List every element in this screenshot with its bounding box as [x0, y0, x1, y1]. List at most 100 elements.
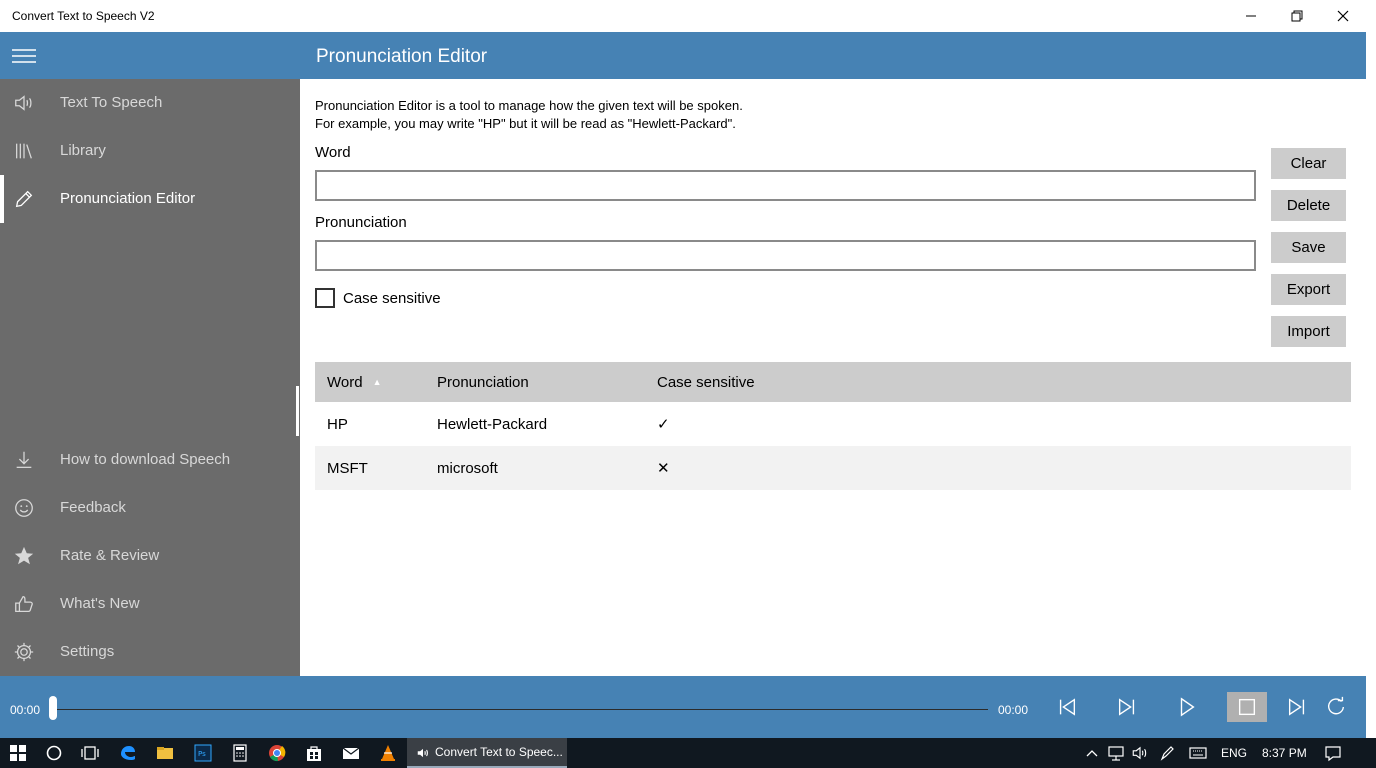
- volume-icon: [1132, 746, 1147, 760]
- repeat-icon: [1328, 696, 1345, 715]
- taskbar: Ps Convert Text to Speec... ENG 8:37 PM: [0, 738, 1376, 768]
- column-header-label: Pronunciation: [437, 373, 529, 391]
- cross-mark-icon: ✕: [657, 460, 670, 477]
- sort-ascending-icon: ▲: [372, 377, 382, 387]
- repeat-button[interactable]: [1316, 692, 1356, 722]
- sidebar-item-rate-review[interactable]: Rate & Review: [0, 532, 300, 580]
- task-view-button[interactable]: [80, 743, 100, 763]
- description: Pronunciation Editor is a tool to manage…: [315, 97, 743, 133]
- chrome-taskbar-button[interactable]: [267, 743, 287, 763]
- sidebar-item-text-to-speech[interactable]: Text To Speech: [0, 79, 300, 127]
- delete-button[interactable]: Delete: [1271, 190, 1346, 221]
- minimize-button[interactable]: [1228, 0, 1274, 32]
- language-indicator[interactable]: ENG: [1221, 746, 1247, 760]
- main-content: Pronunciation Editor is a tool to manage…: [300, 79, 1366, 676]
- keyboard-icon: [1189, 747, 1207, 759]
- table-row[interactable]: MSFT microsoft ✕: [315, 446, 1351, 490]
- volume-tray-button[interactable]: [1130, 743, 1150, 763]
- restore-button[interactable]: [1274, 0, 1320, 32]
- total-time: 00:00: [998, 703, 1029, 717]
- file-explorer-taskbar-button[interactable]: [155, 743, 175, 763]
- column-header-label: Word: [327, 373, 363, 391]
- column-header-pronunciation[interactable]: Pronunciation: [437, 362, 529, 402]
- play-button[interactable]: [1167, 692, 1207, 722]
- mail-icon: [342, 747, 360, 759]
- current-time: 00:00: [10, 703, 41, 717]
- description-line-1: Pronunciation Editor is a tool to manage…: [315, 98, 743, 113]
- skip-next-icon: [1118, 698, 1135, 716]
- vlc-taskbar-button[interactable]: [378, 743, 398, 763]
- sidebar-item-label: Text To Speech: [60, 94, 163, 111]
- pen-tray-button[interactable]: [1158, 743, 1178, 763]
- tray-overflow-button[interactable]: [1082, 743, 1102, 763]
- action-center-button[interactable]: [1323, 743, 1343, 763]
- star-icon: [12, 544, 36, 568]
- download-icon: [12, 448, 36, 472]
- mail-taskbar-button[interactable]: [341, 743, 361, 763]
- table-row[interactable]: HP Hewlett-Packard ✓: [315, 402, 1351, 446]
- start-button[interactable]: [8, 743, 28, 763]
- sidebar-item-library[interactable]: Library: [0, 127, 300, 175]
- player-bar: 00:00 00:00: [0, 676, 1366, 738]
- store-taskbar-button[interactable]: [304, 743, 324, 763]
- windows-logo-icon: [10, 745, 26, 761]
- close-icon: [1337, 10, 1349, 22]
- network-tray-button[interactable]: [1106, 743, 1126, 763]
- import-button[interactable]: Import: [1271, 316, 1346, 347]
- speaker-icon: [12, 91, 36, 115]
- cell-pronunciation: Hewlett-Packard: [437, 415, 548, 433]
- chevron-up-icon: [1086, 750, 1098, 757]
- sidebar-item-feedback[interactable]: Feedback: [0, 484, 300, 532]
- case-sensitive-label: Case sensitive: [343, 289, 441, 307]
- edge-taskbar-button[interactable]: [118, 743, 138, 763]
- keyboard-tray-button[interactable]: [1188, 743, 1208, 763]
- vlc-icon: [381, 745, 395, 761]
- calculator-taskbar-button[interactable]: [230, 743, 250, 763]
- word-input[interactable]: [315, 170, 1256, 201]
- skip-end-button[interactable]: [1277, 692, 1317, 722]
- chrome-icon: [269, 745, 286, 762]
- task-view-icon: [81, 746, 99, 760]
- cell-word: HP: [327, 415, 348, 433]
- minimize-icon: [1246, 15, 1256, 17]
- folder-icon: [157, 747, 173, 759]
- taskbar-active-app-label: Convert Text to Speec...: [435, 745, 563, 759]
- edge-icon: [121, 746, 135, 760]
- save-button[interactable]: Save: [1271, 232, 1346, 263]
- description-line-2: For example, you may write "HP" but it w…: [315, 116, 736, 131]
- case-sensitive-row[interactable]: Case sensitive: [315, 288, 441, 308]
- column-header-case-sensitive[interactable]: Case sensitive: [657, 362, 755, 402]
- seek-thumb[interactable]: [49, 696, 57, 720]
- close-button[interactable]: [1320, 0, 1366, 32]
- clock[interactable]: 8:37 PM: [1262, 746, 1307, 760]
- pronunciation-input[interactable]: [315, 240, 1256, 271]
- calculator-icon: [233, 744, 247, 762]
- store-icon: [307, 746, 321, 761]
- stop-button[interactable]: [1227, 692, 1267, 722]
- column-header-label: Case sensitive: [657, 373, 755, 391]
- sidebar-item-label: Feedback: [60, 499, 126, 516]
- sidebar-item-pronunciation-editor[interactable]: Pronunciation Editor: [0, 175, 300, 223]
- cortana-button[interactable]: [44, 743, 64, 763]
- hamburger-menu-button[interactable]: [12, 46, 36, 66]
- export-button[interactable]: Export: [1271, 274, 1346, 305]
- photoshop-taskbar-button[interactable]: Ps: [193, 743, 213, 763]
- cortana-icon: [46, 745, 62, 761]
- sidebar-item-how-to-download[interactable]: How to download Speech: [0, 436, 300, 484]
- case-sensitive-checkbox[interactable]: [315, 288, 335, 308]
- sidebar-item-label: What's New: [60, 595, 140, 612]
- page-title: Pronunciation Editor: [316, 46, 488, 67]
- sidebar-item-whats-new[interactable]: What's New: [0, 580, 300, 628]
- sidebar-item-settings[interactable]: Settings: [0, 628, 300, 676]
- pen-icon: [1160, 746, 1174, 761]
- previous-button[interactable]: [1047, 692, 1087, 722]
- speaker-icon: [417, 748, 428, 758]
- title-bar: Convert Text to Speech V2: [0, 0, 1376, 32]
- taskbar-active-app[interactable]: Convert Text to Speec...: [407, 738, 567, 768]
- seek-track[interactable]: [53, 709, 988, 710]
- sidebar: Text To Speech Library Pronunciation Edi…: [0, 79, 300, 676]
- column-header-word[interactable]: Word ▲: [327, 362, 382, 402]
- clear-button[interactable]: Clear: [1271, 148, 1346, 179]
- notification-icon: [1325, 746, 1341, 762]
- next-button[interactable]: [1107, 692, 1147, 722]
